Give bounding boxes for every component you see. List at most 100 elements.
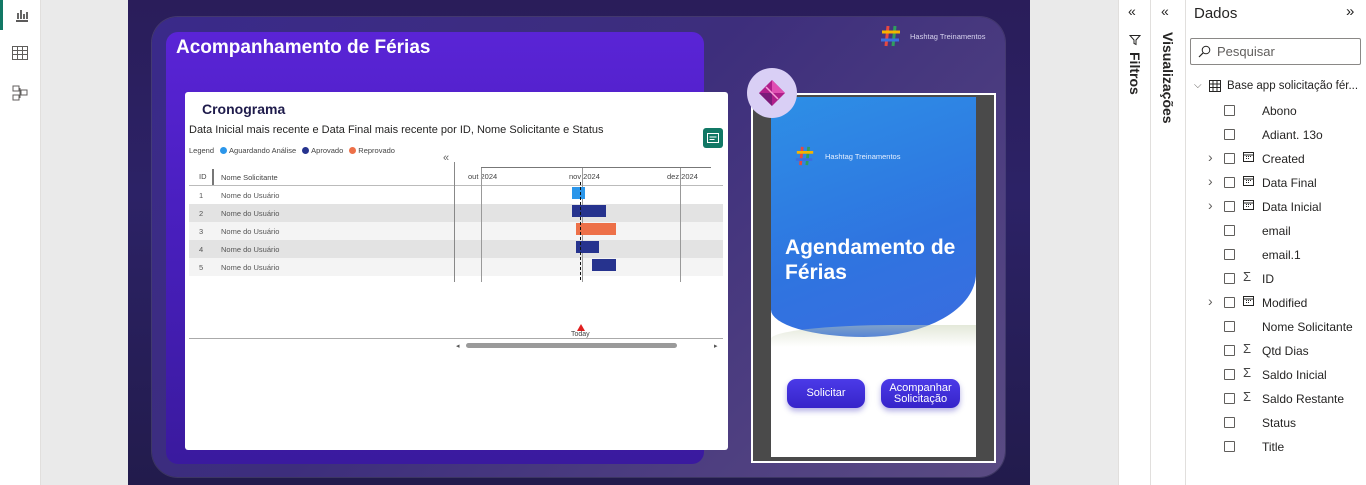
calendar-icon — [1243, 151, 1254, 165]
collapse-filters-icon[interactable]: « — [1128, 3, 1136, 19]
today-marker-icon — [577, 324, 585, 331]
collapse-chevrons-icon[interactable]: « — [443, 152, 449, 164]
chevron-right-icon[interactable]: › — [1208, 293, 1213, 309]
gantt-bar[interactable] — [576, 223, 616, 235]
table-row[interactable]: 4 Nome do Usuário — [189, 240, 723, 258]
field-checkbox[interactable] — [1224, 345, 1235, 356]
chevron-right-icon[interactable]: › — [1208, 197, 1213, 213]
table-node[interactable]: ⌵ Base app solicitação fér... — [1186, 76, 1366, 100]
field-label: Title — [1262, 440, 1285, 454]
field-item[interactable]: Adiant. 13o — [1186, 124, 1366, 148]
collapse-visualizations-icon[interactable]: « — [1161, 3, 1169, 19]
app-header-wave — [771, 97, 976, 337]
chevron-right-icon[interactable]: › — [1208, 173, 1213, 189]
scroll-right-icon[interactable]: ▸ — [714, 342, 718, 350]
search-input[interactable]: Pesquisar — [1190, 38, 1361, 65]
field-label: Saldo Inicial — [1262, 368, 1327, 382]
field-item[interactable]: email.1 — [1186, 244, 1366, 268]
field-checkbox[interactable] — [1224, 369, 1235, 380]
field-checkbox[interactable] — [1224, 129, 1235, 140]
horizontal-scrollbar[interactable] — [466, 343, 677, 348]
field-checkbox[interactable] — [1224, 273, 1235, 284]
gantt-bar[interactable] — [592, 259, 616, 271]
gantt-bar[interactable] — [572, 205, 606, 217]
visualizations-pane[interactable]: « Visualizações — [1151, 0, 1186, 485]
table-row[interactable]: 3 Nome do Usuário — [189, 222, 723, 240]
gridline — [481, 168, 482, 282]
field-item[interactable]: Title — [1186, 436, 1366, 460]
calendar-icon — [1243, 175, 1254, 189]
field-item[interactable]: Σ Qtd Dias — [1186, 340, 1366, 364]
app-brand: Hashtag Treinamentos — [795, 143, 900, 169]
model-view-icon[interactable] — [0, 78, 40, 108]
field-item[interactable]: › Modified — [1186, 292, 1366, 316]
gantt-bar[interactable] — [572, 187, 585, 199]
chevron-down-icon[interactable]: ⌵ — [1194, 80, 1202, 91]
chevron-right-icon[interactable]: › — [1208, 149, 1213, 165]
filters-label[interactable]: Filtros — [1127, 52, 1143, 95]
acompanhar-solicitacao-button[interactable]: Acompanhar Solicitação — [881, 379, 960, 408]
field-checkbox[interactable] — [1224, 201, 1235, 212]
field-checkbox[interactable] — [1224, 297, 1235, 308]
field-checkbox[interactable] — [1224, 417, 1235, 428]
app-screen: Hashtag Treinamentos Agendamento de Féri… — [771, 97, 976, 457]
field-label: Qtd Dias — [1262, 344, 1309, 358]
sigma-icon: Σ — [1243, 341, 1252, 356]
field-checkbox[interactable] — [1224, 105, 1235, 116]
field-item[interactable]: Σ ID — [1186, 268, 1366, 292]
legend-item: Aguardando Análise — [220, 146, 296, 155]
expand-data-pane-icon[interactable]: » — [1346, 3, 1354, 20]
field-item[interactable]: › Data Inicial — [1186, 196, 1366, 220]
field-checkbox[interactable] — [1224, 177, 1235, 188]
app-brand-name: Hashtag Treinamentos — [825, 151, 901, 161]
report-view-icon[interactable] — [0, 0, 40, 30]
table-row[interactable]: 5 Nome do Usuário — [189, 258, 723, 276]
solicitar-button[interactable]: Solicitar — [787, 379, 865, 408]
filter-icon — [1128, 33, 1142, 51]
calendar-icon — [1243, 295, 1254, 309]
field-item[interactable]: › Created — [1186, 148, 1366, 172]
field-label: Saldo Restante — [1262, 392, 1345, 406]
field-label: Modified — [1262, 296, 1308, 310]
field-item[interactable]: Status — [1186, 412, 1366, 436]
scroll-left-icon[interactable]: ◂ — [456, 342, 460, 350]
field-checkbox[interactable] — [1224, 225, 1235, 236]
field-checkbox[interactable] — [1224, 393, 1235, 404]
field-label: Nome Solicitante — [1262, 320, 1353, 334]
field-checkbox[interactable] — [1224, 321, 1235, 332]
report-title: Acompanhamento de Férias — [176, 37, 431, 58]
app-title: Agendamento de Férias — [785, 235, 955, 285]
powerapps-logo-icon — [747, 68, 797, 118]
visualizations-label[interactable]: Visualizações — [1160, 32, 1176, 124]
field-label: Data Final — [1262, 176, 1317, 190]
filters-pane[interactable]: « Filtros — [1118, 0, 1151, 485]
field-checkbox[interactable] — [1224, 441, 1235, 452]
field-label: email.1 — [1262, 248, 1301, 262]
field-item[interactable]: Abono — [1186, 100, 1366, 124]
field-item[interactable]: › Data Final — [1186, 172, 1366, 196]
field-item[interactable]: Σ Saldo Restante — [1186, 388, 1366, 412]
hashtag-logo-icon — [795, 146, 814, 166]
gantt-visual[interactable]: Cronograma Data Inicial mais recente e D… — [185, 92, 728, 450]
field-checkbox[interactable] — [1224, 249, 1235, 260]
pane-divider[interactable] — [454, 162, 455, 282]
field-item[interactable]: Nome Solicitante — [1186, 316, 1366, 340]
table-row[interactable]: 2 Nome do Usuário — [189, 204, 723, 222]
data-pane-title: Dados — [1194, 5, 1238, 22]
table-view-icon[interactable] — [0, 38, 40, 68]
table-name: Base app solicitação fér... — [1227, 80, 1359, 92]
search-placeholder: Pesquisar — [1217, 44, 1275, 59]
col-header-id[interactable]: ID — [199, 172, 207, 181]
table-row[interactable]: 1 Nome do Usuário — [189, 186, 723, 204]
field-checkbox[interactable] — [1224, 153, 1235, 164]
field-item[interactable]: Σ Saldo Inicial — [1186, 364, 1366, 388]
visual-legend: Legend Aguardando Análise Aprovado Repro… — [189, 146, 395, 155]
col-header-name[interactable]: Nome Solicitante — [221, 173, 278, 182]
sigma-icon: Σ — [1243, 389, 1252, 404]
sigma-icon: Σ — [1243, 269, 1252, 284]
column-resizer[interactable] — [212, 169, 214, 185]
visual-header-icon[interactable] — [703, 128, 723, 148]
search-icon — [1198, 45, 1211, 58]
field-item[interactable]: email — [1186, 220, 1366, 244]
footer-divider — [189, 338, 723, 339]
